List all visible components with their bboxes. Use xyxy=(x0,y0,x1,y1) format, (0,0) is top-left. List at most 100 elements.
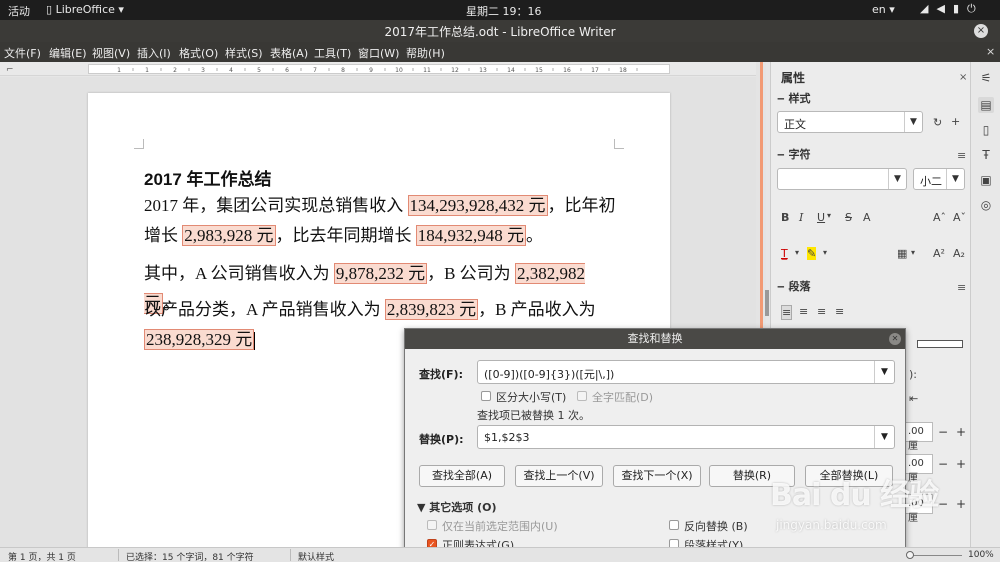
zoom-slider[interactable] xyxy=(912,555,962,556)
decrease-font-icon[interactable]: Aˇ xyxy=(953,211,966,224)
replace-count-note: 查找项已被替换 1 次。 xyxy=(477,409,590,422)
spacing-dropdown-icon[interactable]: ▾ xyxy=(911,248,915,257)
shadow-icon[interactable]: A xyxy=(863,211,871,224)
replace-input[interactable]: $1,$2$3 ▼ xyxy=(477,425,895,449)
close-document-button[interactable]: × xyxy=(986,45,995,58)
match-case-checkbox[interactable] xyxy=(481,391,491,401)
sidebar-close-button[interactable]: × xyxy=(959,72,967,83)
menu-styles[interactable]: 样式(S) xyxy=(225,45,263,61)
menu-view[interactable]: 视图(V) xyxy=(92,45,130,61)
find-previous-button[interactable]: 查找上一个(V) xyxy=(515,465,603,487)
spacing-field-1[interactable]: .00 厘 xyxy=(903,422,933,452)
page-tab-icon[interactable]: ▯ xyxy=(978,122,994,138)
font-name-select[interactable]: ▼ xyxy=(777,168,907,190)
other-options-label: 其它选项 (O) xyxy=(429,501,497,514)
tab-stop-selector-icon[interactable]: ⌐ xyxy=(6,65,14,75)
dropdown-arrow-icon: ▼ xyxy=(874,361,894,383)
navigator-tab-icon[interactable]: ◎ xyxy=(978,197,994,213)
font-color-icon[interactable]: T̲ xyxy=(781,247,788,260)
strikethrough-icon[interactable]: S xyxy=(845,211,852,224)
ruler-tick-label: 18 xyxy=(619,67,627,73)
status-bar: 第 1 页，共 1 页 已选择：15 个字词，81 个字符 默认样式 100% xyxy=(0,547,1000,562)
menu-tools[interactable]: 工具(T) xyxy=(314,45,351,61)
menu-help[interactable]: 帮助(H) xyxy=(406,45,445,61)
find-input[interactable]: ([0-9])([0-9]{3})([元|\,]) ▼ xyxy=(477,360,895,384)
paragraph-style-select[interactable]: 正文 ▼ xyxy=(777,111,923,133)
paragraph-1[interactable]: 2017 年，集团公司实现总销售收入 134,293,928,432 元，比年初… xyxy=(144,191,624,251)
increase-button[interactable]: + xyxy=(953,422,969,442)
horizontal-ruler[interactable]: 1 1 2 3 4 5 6 7 8 9 10 11 12 13 14 15 16 17 18 xyxy=(88,64,670,74)
current-selection-label: 仅在当前选定范围内(U) xyxy=(442,520,558,533)
page-count[interactable]: 第 1 页，共 1 页 xyxy=(8,550,76,562)
other-options-expander[interactable]: ▼ 其它选项 (O) xyxy=(417,499,497,515)
ruler-tick-label: 6 xyxy=(285,67,289,73)
page-style[interactable]: 默认样式 xyxy=(298,550,334,562)
menu-insert[interactable]: 插入(I) xyxy=(137,45,171,61)
app-menu[interactable]: ▯ LibreOffice ▾ xyxy=(46,3,124,16)
sidebar-resize-handle[interactable] xyxy=(765,290,769,316)
indent-icon[interactable]: ⇤ xyxy=(909,392,918,405)
document-heading[interactable]: 2017 年工作总结 xyxy=(144,165,272,190)
activities-button[interactable]: 活动 xyxy=(8,3,30,19)
properties-tab-icon[interactable]: ▤ xyxy=(978,97,994,113)
more-options-icon[interactable]: ≡ xyxy=(957,281,966,294)
align-left-icon[interactable]: ≡ xyxy=(781,305,793,320)
window-title: 2017年工作总结.odt - LibreOffice Writer xyxy=(384,25,616,39)
sidebar-settings-icon[interactable]: ⚟ xyxy=(978,70,994,86)
underline-icon[interactable]: U xyxy=(817,211,825,224)
menu-file[interactable]: 文件(F) xyxy=(4,45,41,61)
more-options-icon[interactable]: ≡ xyxy=(957,149,966,162)
input-language[interactable]: en ▾ xyxy=(872,3,895,16)
subscript-icon[interactable]: A₂ xyxy=(953,247,965,260)
paragraph-section-header[interactable]: ‒ 段落 xyxy=(777,278,810,294)
update-style-icon[interactable]: ↻ xyxy=(933,116,942,129)
dropdown-arrow-icon: ▼ xyxy=(874,426,894,448)
increase-font-icon[interactable]: Aˆ xyxy=(933,211,946,224)
menu-table[interactable]: 表格(A) xyxy=(270,45,308,61)
system-tray[interactable]: ◢ ◀ ▮ ⏻ xyxy=(920,2,984,16)
character-section-header[interactable]: ‒ 字符 xyxy=(777,146,810,162)
font-size-select[interactable]: 小二 ▼ xyxy=(913,168,965,190)
styles-tab-icon[interactable]: Ŧ xyxy=(978,147,994,163)
dialog-close-button[interactable]: ✕ xyxy=(889,333,901,345)
selection-count[interactable]: 已选择：15 个字词，81 个字符 xyxy=(126,550,254,562)
menu-bar: 文件(F) 编辑(E) 视图(V) 插入(I) 格式(O) 样式(S) 表格(A… xyxy=(0,42,1000,62)
new-style-icon[interactable]: + xyxy=(951,115,960,128)
whole-words-checkbox[interactable] xyxy=(577,391,587,401)
underline-dropdown-icon[interactable]: ▾ xyxy=(827,211,831,220)
text-run: ，B 产品收入为 xyxy=(478,300,596,319)
decrease-button[interactable]: − xyxy=(935,422,951,442)
align-right-icon[interactable]: ≡ xyxy=(817,305,826,318)
bold-icon[interactable]: B xyxy=(781,211,789,224)
window-close-button[interactable]: × xyxy=(974,24,988,38)
highlight-color-icon[interactable]: ✎ xyxy=(807,247,817,260)
battery-icon: ▮ xyxy=(952,2,959,15)
ruler-tick-label: 7 xyxy=(313,67,317,73)
find-next-button[interactable]: 查找下一个(X) xyxy=(613,465,701,487)
zoom-slider-handle[interactable] xyxy=(906,551,914,559)
menu-edit[interactable]: 编辑(E) xyxy=(49,45,87,61)
styles-section-header[interactable]: ‒ 样式 xyxy=(777,90,810,106)
highlight-dropdown-icon[interactable]: ▾ xyxy=(823,248,827,257)
font-color-dropdown-icon[interactable]: ▾ xyxy=(795,248,799,257)
italic-icon[interactable]: I xyxy=(799,211,803,224)
search-highlight: 134,293,928,432 元 xyxy=(407,195,548,216)
align-center-icon[interactable]: ≡ xyxy=(799,305,808,318)
menu-format[interactable]: 格式(O) xyxy=(179,45,218,61)
zoom-level[interactable]: 100% xyxy=(968,550,994,560)
ruler-tick-label: 8 xyxy=(341,67,345,73)
ruler-tick-label: 15 xyxy=(535,67,543,73)
status-separator xyxy=(290,549,291,561)
paragraph-section-label: 段落 xyxy=(788,280,811,293)
line-spacing-preview[interactable] xyxy=(917,340,963,348)
libreoffice-doc-icon: ▯ xyxy=(46,3,56,16)
clock[interactable]: 星期二 19：16 xyxy=(466,3,542,19)
find-all-button[interactable]: 查找全部(A) xyxy=(419,465,505,487)
character-spacing-icon[interactable]: ▦ xyxy=(897,247,907,260)
justify-icon[interactable]: ≡ xyxy=(835,305,844,318)
backwards-checkbox[interactable] xyxy=(669,520,679,530)
current-selection-checkbox[interactable] xyxy=(427,520,437,530)
superscript-icon[interactable]: A² xyxy=(933,247,945,260)
menu-window[interactable]: 窗口(W) xyxy=(358,45,399,61)
gallery-tab-icon[interactable]: ▣ xyxy=(978,172,994,188)
